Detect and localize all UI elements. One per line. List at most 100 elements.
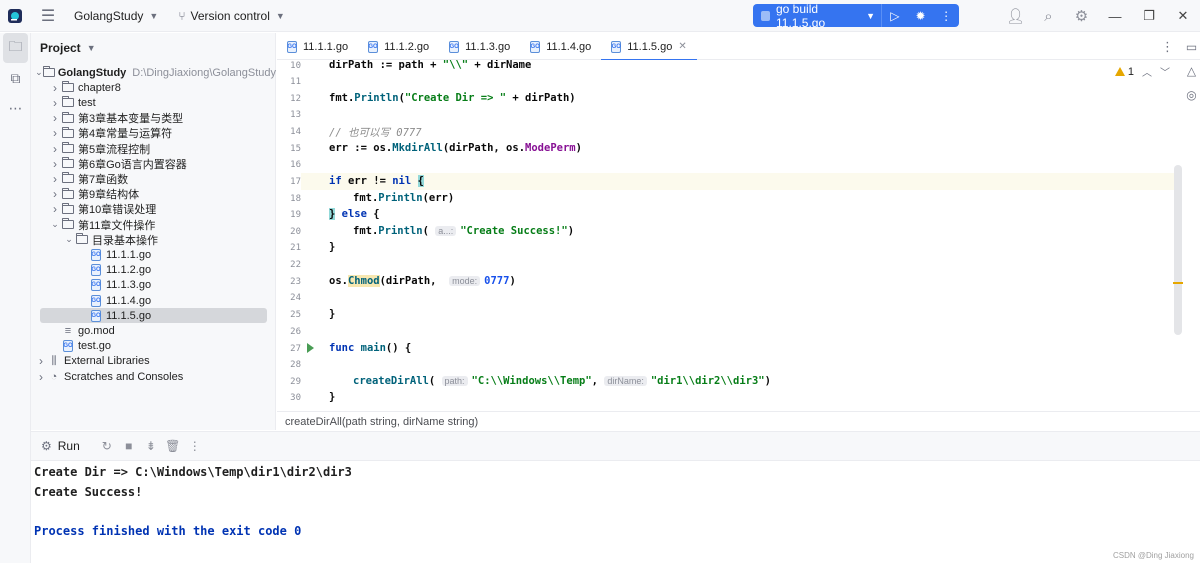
run-tab[interactable]: ⚙ Run: [31, 435, 86, 457]
chevron-right-icon[interactable]: ›: [49, 126, 61, 140]
run-button[interactable]: ▷: [882, 4, 908, 27]
tree-item-label: 第10章错误处理: [78, 204, 157, 217]
tree-item[interactable]: ⌄ 目录基本操作: [31, 232, 276, 247]
tree-item[interactable]: › test: [31, 95, 276, 110]
tree-item[interactable]: › chapter8: [31, 80, 276, 95]
tree-item[interactable]: › 第5章流程控制: [31, 141, 276, 156]
tab-11-1-3-go[interactable]: GO 11.1.3.go: [439, 33, 520, 60]
tree-item[interactable]: ≡ go.mod: [31, 323, 276, 338]
project-switcher[interactable]: GolangStudy ▼: [66, 3, 166, 29]
inspection-widget[interactable]: 1 ︿ ﹀: [1114, 64, 1170, 79]
close-window-button[interactable]: ✕: [1166, 0, 1200, 32]
tree-item[interactable]: › 第6章Go语言内置容器: [31, 156, 276, 171]
project-panel-header[interactable]: Project ▼: [31, 33, 275, 63]
tree-item-label: test: [78, 96, 96, 109]
chevron-right-icon[interactable]: ›: [35, 370, 47, 384]
go-file-glyph: GO: [91, 248, 101, 261]
chevron-right-icon[interactable]: ›: [49, 187, 61, 201]
line-number: 24: [290, 293, 301, 303]
tree-item[interactable]: GO 11.1.5.go: [40, 308, 267, 324]
tree-item[interactable]: GO 11.1.3.go: [31, 278, 276, 293]
sort-icon[interactable]: ⇟: [140, 435, 162, 457]
tab-11-1-1-go[interactable]: GO 11.1.1.go: [277, 33, 358, 60]
chevron-right-icon[interactable]: ›: [49, 202, 61, 216]
tree-item[interactable]: › ⫼ External Libraries: [31, 354, 276, 369]
console-line-process-finished: Process finished with the exit code 0: [34, 524, 302, 538]
more-tools-icon[interactable]: ⋯: [0, 93, 31, 123]
line-number: 14: [290, 127, 301, 137]
current-line-highlight: [301, 173, 1182, 190]
run-console[interactable]: Create Dir => C:\Windows\Temp\dir1\dir2\…: [31, 461, 1200, 563]
minimize-button[interactable]: —: [1098, 0, 1132, 32]
more-vertical-icon[interactable]: ⋮: [184, 435, 206, 457]
run-gutter-icon[interactable]: [307, 343, 314, 353]
chevron-right-icon[interactable]: ›: [35, 354, 47, 368]
chevron-right-icon[interactable]: ›: [49, 81, 61, 95]
tree-item[interactable]: ⌄ 第11章文件操作: [31, 217, 276, 232]
project-tool-folder-icon[interactable]: 🗀︎: [3, 33, 28, 63]
restore-button[interactable]: ❐: [1132, 0, 1166, 32]
tab-11-1-5-go[interactable]: GO 11.1.5.go ✕: [601, 33, 698, 61]
line-number: 17: [290, 177, 301, 187]
folder-shape: [62, 218, 74, 229]
add-user-icon[interactable]: 👤︎: [999, 0, 1032, 32]
stop-icon[interactable]: ■: [118, 435, 140, 457]
tree-item[interactable]: › 第10章错误处理: [31, 202, 276, 217]
tree-item[interactable]: › ◔ Scratches and Consoles: [31, 369, 276, 384]
run-configuration-selector[interactable]: go build 11.1.5.go ▼: [753, 2, 883, 30]
goland-logo-icon[interactable]: [0, 0, 30, 32]
tree-item[interactable]: › 第4章常量与运算符: [31, 126, 276, 141]
breadcrumb-function[interactable]: createDirAll(path string, dirName string…: [285, 416, 478, 428]
tree-item[interactable]: › 第3章基本变量与类型: [31, 111, 276, 126]
trash-icon[interactable]: 🗑︎: [162, 435, 184, 457]
chevron-up-icon[interactable]: ︿: [1142, 64, 1152, 79]
code-line-27: func main() {: [329, 342, 412, 354]
chevron-right-icon[interactable]: ›: [49, 111, 61, 125]
tree-item[interactable]: GO 11.1.1.go: [31, 247, 276, 262]
tree-item[interactable]: › 第7章函数: [31, 171, 276, 186]
debug-button[interactable]: ✹: [908, 4, 934, 27]
code-line-29: createDirAll( path: "C:\\Windows\\Temp", …: [353, 375, 771, 387]
hamburger-menu-icon[interactable]: ☰: [30, 0, 66, 32]
breadcrumb[interactable]: createDirAll(path string, dirName string…: [277, 411, 1200, 431]
line-number: 23: [290, 277, 301, 287]
code-line-18: fmt.Println(err): [353, 192, 455, 204]
chevron-down-icon[interactable]: ⌄: [35, 67, 43, 78]
search-icon[interactable]: ⌕: [1032, 0, 1065, 32]
line-number: 29: [290, 377, 301, 387]
warning-stripe-marker[interactable]: [1173, 282, 1183, 284]
tabs-more-icon[interactable]: ⋮: [1161, 33, 1174, 60]
tab-11-1-4-go[interactable]: GO 11.1.4.go: [520, 33, 601, 60]
line-number: 21: [290, 243, 301, 253]
more-actions-button[interactable]: ⋮: [933, 4, 959, 27]
notifications-icon[interactable]: △: [1183, 64, 1200, 88]
folder-icon: [61, 218, 75, 230]
chevron-down-icon[interactable]: ⌄: [49, 219, 61, 230]
rerun-icon[interactable]: ↻: [96, 435, 118, 457]
project-name: GolangStudy: [74, 8, 144, 23]
tree-item[interactable]: GO 11.1.2.go: [31, 263, 276, 278]
close-tab-icon[interactable]: ✕: [678, 41, 686, 52]
chevron-right-icon[interactable]: ›: [49, 96, 61, 110]
tree-item[interactable]: GO test.go: [31, 339, 276, 354]
run-panel-header: ⚙ Run ↻ ■ ⇟ 🗑︎ ⋮: [31, 431, 1200, 461]
gear-icon[interactable]: ⚙: [1065, 0, 1098, 32]
chevron-right-icon[interactable]: ›: [49, 172, 61, 186]
version-control-menu[interactable]: ⑂ Version control ▼: [170, 3, 293, 29]
tab-11-1-2-go[interactable]: GO 11.1.2.go: [358, 33, 439, 60]
tree-item[interactable]: GO 11.1.4.go: [31, 293, 276, 308]
tab-label: 11.1.4.go: [546, 40, 592, 53]
code-editor[interactable]: 10 11 12 13 14 15 16 17 18 19 20 21 22 23 24 25 26 27 28 29…: [277, 60, 1182, 411]
chevron-down-icon[interactable]: ﹀: [1160, 64, 1170, 79]
database-icon[interactable]: ▭: [1183, 40, 1200, 64]
chevron-right-icon[interactable]: ›: [49, 157, 61, 171]
tree-item[interactable]: ⌄ GolangStudy D:\DingJiaxiong\GolangStudy: [31, 65, 276, 80]
folder-shape: [62, 187, 74, 199]
tree-item[interactable]: › 第9章结构体: [31, 187, 276, 202]
ai-assistant-icon[interactable]: ◎: [1183, 88, 1200, 112]
chevron-down-icon[interactable]: ⌄: [63, 234, 75, 245]
chevron-right-icon[interactable]: ›: [49, 142, 61, 156]
structure-icon[interactable]: ⧉: [0, 63, 31, 93]
editor-scrollbar[interactable]: [1174, 165, 1182, 335]
tab-list: GO 11.1.1.go GO 11.1.2.go GO 11.1.3.go GO 11.1.…: [277, 33, 698, 61]
